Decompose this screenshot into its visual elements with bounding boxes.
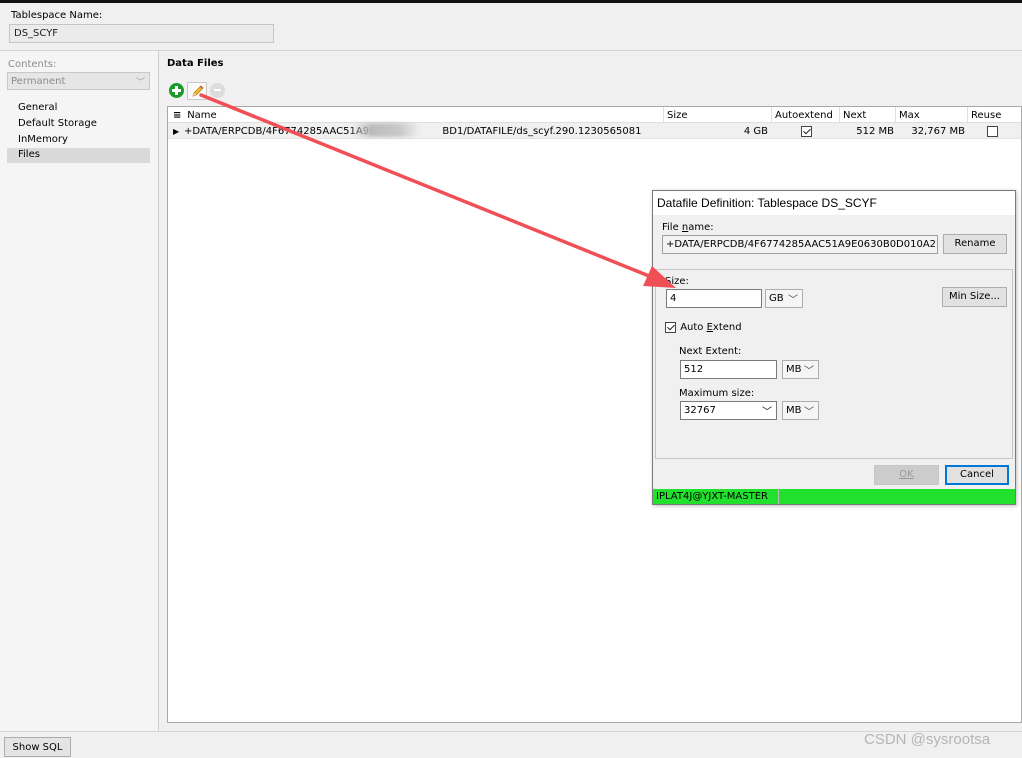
sidebar-divider [158, 51, 159, 731]
maximum-size-label: Maximum size: [679, 388, 755, 399]
cancel-button[interactable]: Cancel [945, 465, 1009, 485]
columns-menu-icon[interactable]: ≡ [173, 110, 184, 121]
column-header-reuse[interactable]: Reuse [967, 107, 1021, 123]
data-files-title: Data Files [167, 58, 224, 69]
row-size-cell: 4 GB [743, 126, 768, 137]
chevron-down-icon: ﹀ [804, 366, 814, 377]
column-header-next[interactable]: Next [839, 107, 897, 123]
window-top-edge [0, 0, 1022, 3]
min-size-button[interactable]: Min Size... [942, 287, 1007, 307]
file-name-label: File name: [662, 222, 714, 233]
autoextend-checkbox[interactable] [800, 126, 812, 137]
chevron-down-icon[interactable]: ﹀ [762, 403, 772, 418]
row-autoextend-cell [771, 123, 841, 139]
chevron-down-icon: ﹀ [135, 78, 145, 88]
next-extent-unit-select[interactable]: MB ﹀ [782, 360, 819, 379]
chevron-down-icon: ﹀ [804, 407, 814, 418]
auto-extend-row[interactable]: Auto Extend [665, 322, 742, 333]
row-next-cell: 512 MB [856, 126, 894, 137]
rename-button[interactable]: Rename [943, 234, 1007, 254]
size-label: Size: [665, 276, 689, 287]
maximum-size-combo[interactable]: 32767 ﹀ [680, 401, 777, 420]
sidebar-item-files[interactable]: Files [7, 148, 150, 163]
reuse-checkbox[interactable] [987, 126, 998, 137]
column-header-autoextend[interactable]: Autoextend [771, 107, 841, 123]
row-reuse-cell [967, 123, 1021, 139]
contents-label: Contents: [8, 59, 57, 70]
expand-arrow-icon[interactable]: ▶ [173, 127, 184, 136]
auto-extend-checkbox[interactable] [665, 322, 676, 333]
column-header-max[interactable]: Max [895, 107, 968, 123]
connection-name: IPLAT4J@YJXT-MASTER [656, 491, 768, 502]
dialog-title: Datafile Definition: Tablespace DS_SCYF [653, 191, 1015, 215]
redaction-blur [352, 123, 420, 137]
table-row[interactable]: ▶ +DATA/ERPCDB/4F6774285AAC51A9E BD1/DATAF… [168, 123, 1021, 139]
size-unit-select[interactable]: GB ﹀ [765, 289, 803, 308]
pencil-icon[interactable] [187, 82, 207, 100]
add-icon[interactable] [169, 83, 184, 98]
tablespace-name-label: Tablespace Name: [11, 10, 103, 21]
contents-select[interactable]: Permanent ﹀ [7, 72, 150, 90]
chevron-down-icon: ﹀ [788, 295, 798, 306]
tablespace-name-field[interactable]: DS_SCYF [9, 24, 274, 43]
status-bar-separator [778, 489, 779, 504]
size-input[interactable]: 4 [666, 289, 762, 308]
table-header: ≡ Name Size Autoextend Next Max Reuse [168, 107, 1021, 123]
contents-select-value: Permanent [11, 76, 66, 87]
column-header-name[interactable]: ≡ Name [170, 107, 666, 123]
file-name-field[interactable]: +DATA/ERPCDB/4F6774285AAC51A9E0630B0D010… [662, 235, 938, 254]
connection-status-bar: IPLAT4J@YJXT-MASTER [653, 489, 1015, 504]
show-sql-button[interactable]: Show SQL [4, 737, 71, 757]
sidebar-item-default-storage[interactable]: Default Storage [7, 117, 150, 132]
datafile-definition-dialog: Datafile Definition: Tablespace DS_SCYF … [652, 190, 1016, 505]
maximum-size-unit-select[interactable]: MB ﹀ [782, 401, 819, 420]
column-header-size[interactable]: Size [663, 107, 771, 123]
auto-extend-label: Auto Extend [680, 322, 742, 333]
sidebar-item-general[interactable]: General [7, 101, 150, 116]
sidebar-item-inmemory[interactable]: InMemory [7, 133, 150, 148]
watermark: CSDN @sysrootsa [864, 731, 991, 748]
next-extent-input[interactable]: 512 [680, 360, 777, 379]
ok-button[interactable]: OK [874, 465, 939, 485]
row-max-cell: 32,767 MB [911, 126, 965, 137]
next-extent-label: Next Extent: [679, 346, 742, 357]
remove-icon[interactable] [210, 83, 225, 98]
